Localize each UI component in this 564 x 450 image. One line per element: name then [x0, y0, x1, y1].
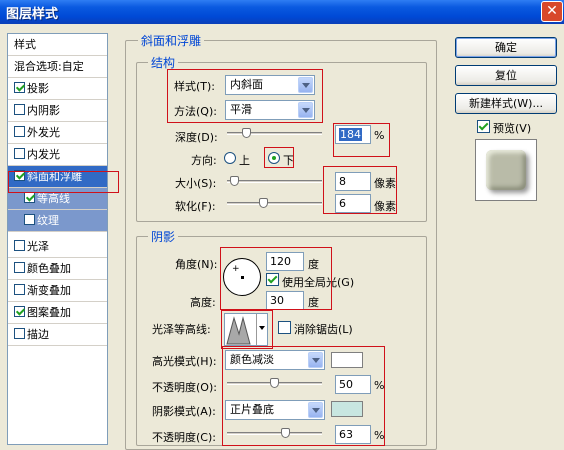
- shadow-mode-label: 阴影模式(A):: [152, 405, 216, 418]
- soften-label: 软化(F):: [175, 200, 216, 213]
- highlight-box: [8, 171, 119, 193]
- depth-slider[interactable]: [227, 128, 322, 138]
- style-item-stroke[interactable]: 描边: [8, 324, 107, 346]
- style-item-drop-shadow[interactable]: 投影: [8, 78, 107, 100]
- slider-track: [227, 180, 322, 183]
- highlight-box: [167, 69, 323, 123]
- close-icon: ✕: [546, 3, 558, 19]
- checkbox-icon[interactable]: [14, 284, 25, 295]
- antialias-checkbox[interactable]: [278, 321, 291, 334]
- slider-track: [227, 202, 322, 205]
- new-style-button[interactable]: 新建样式(W)...: [455, 93, 557, 114]
- soften-slider[interactable]: [227, 198, 322, 208]
- checkbox-icon[interactable]: [14, 104, 25, 115]
- close-button[interactable]: ✕: [541, 1, 563, 22]
- gloss-contour-label: 光泽等高线:: [152, 323, 211, 336]
- bevel-group-title: 斜面和浮雕: [138, 32, 205, 49]
- slider-thumb[interactable]: [242, 128, 251, 138]
- styles-list: 样式 混合选项:自定 投影 内阴影 外发光 内发光 斜面和浮雕 等高线 纹理 光…: [7, 33, 108, 445]
- highlight-box: [222, 346, 385, 446]
- style-item-inner-glow[interactable]: 内发光: [8, 144, 107, 166]
- style-item-color-overlay[interactable]: 颜色叠加: [8, 258, 107, 280]
- size-label: 大小(S):: [175, 177, 217, 190]
- checkbox-icon[interactable]: [14, 240, 25, 251]
- checkbox-icon[interactable]: [24, 214, 35, 225]
- styles-header: 样式: [8, 34, 107, 56]
- checkbox-icon[interactable]: [14, 306, 25, 317]
- checkbox-icon[interactable]: [14, 126, 25, 137]
- highlight-opacity-label: 不透明度(O):: [152, 381, 217, 394]
- checkbox-icon[interactable]: [14, 82, 25, 93]
- preview-swatch-image: [486, 150, 526, 190]
- angle-label: 角度(N):: [175, 258, 218, 271]
- preview-thumbnail: [475, 139, 537, 201]
- highlight-box: [333, 123, 390, 157]
- antialias-label: 消除锯齿(L): [294, 323, 353, 336]
- highlight-mode-label: 高光模式(H):: [152, 355, 217, 368]
- depth-label: 深度(D):: [175, 131, 218, 144]
- style-item-satin[interactable]: 光泽: [8, 236, 107, 258]
- style-item-inner-shadow[interactable]: 内阴影: [8, 100, 107, 122]
- slider-thumb[interactable]: [259, 198, 268, 208]
- preview-label: 预览(V): [493, 122, 532, 135]
- direction-label: 方向:: [191, 154, 217, 167]
- title-bar: [0, 0, 564, 24]
- ok-button[interactable]: 确定: [455, 37, 557, 58]
- checkbox-icon[interactable]: [14, 328, 25, 339]
- shading-group-title: 阴影: [148, 228, 179, 245]
- preview-checkbox[interactable]: [477, 120, 490, 133]
- style-item-pattern-overlay[interactable]: 图案叠加: [8, 302, 107, 324]
- highlight-box: [323, 166, 397, 214]
- checkbox-icon[interactable]: [14, 262, 25, 273]
- slider-thumb[interactable]: [230, 176, 239, 186]
- size-slider[interactable]: [227, 176, 322, 186]
- highlight-box: [221, 310, 273, 349]
- checkbox-icon[interactable]: [14, 148, 25, 159]
- direction-up-radio[interactable]: [224, 152, 236, 164]
- blend-options-item[interactable]: 混合选项:自定: [8, 56, 107, 78]
- reset-button[interactable]: 复位: [455, 65, 557, 86]
- style-item-gradient-overlay[interactable]: 渐变叠加: [8, 280, 107, 302]
- checkbox-icon[interactable]: [24, 192, 35, 203]
- altitude-label: 高度:: [190, 296, 216, 309]
- window-title: 图层样式: [6, 7, 59, 22]
- style-item-texture[interactable]: 纹理: [8, 210, 107, 232]
- style-item-outer-glow[interactable]: 外发光: [8, 122, 107, 144]
- shadow-opacity-label: 不透明度(C):: [152, 431, 216, 444]
- direction-up-label: 上: [239, 154, 250, 167]
- highlight-box: [264, 147, 294, 168]
- highlight-box: [220, 247, 332, 310]
